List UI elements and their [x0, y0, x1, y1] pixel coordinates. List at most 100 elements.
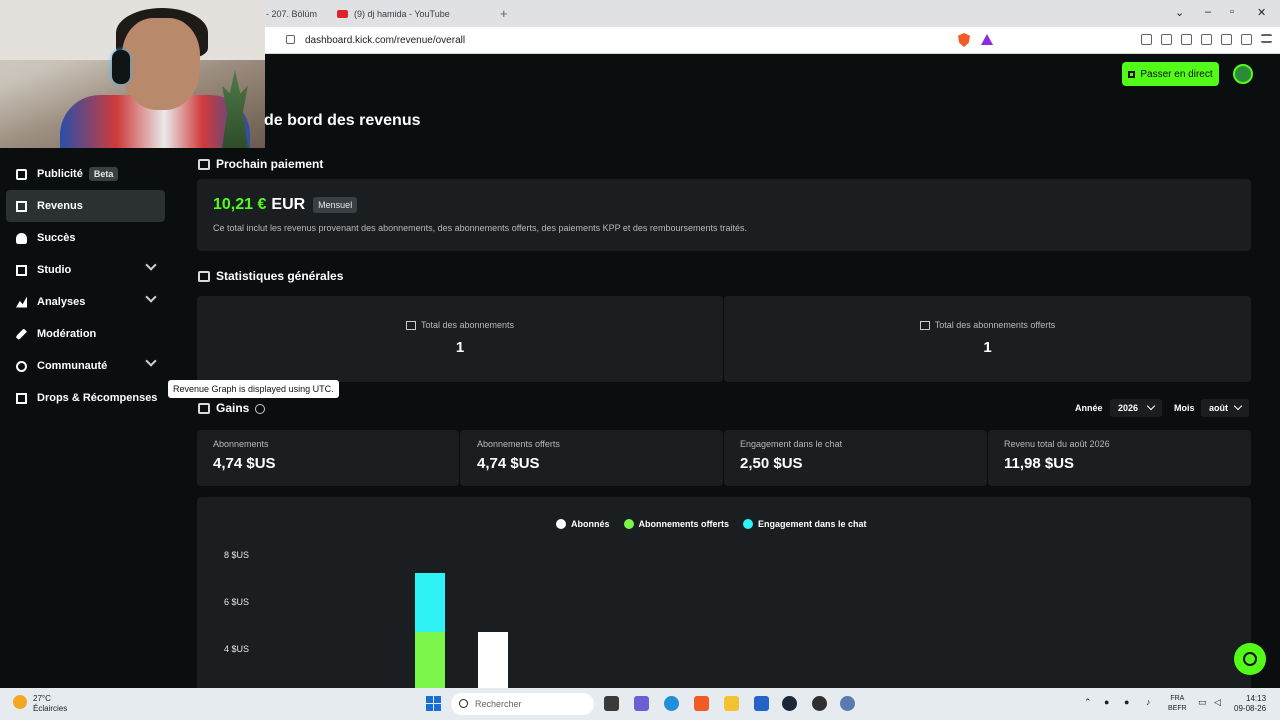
- close-icon[interactable]: ✕: [1257, 6, 1266, 19]
- gift-icon: [16, 392, 27, 404]
- tray-icon[interactable]: ●: [1104, 697, 1109, 707]
- webcam-overlay: [0, 0, 265, 148]
- taskbar-clock[interactable]: 14:13 09-08-26: [1234, 694, 1266, 714]
- sidebar-item-drops[interactable]: Drops & Récompenses: [6, 382, 165, 414]
- chevron-up-icon[interactable]: ⌃: [1084, 697, 1092, 708]
- help-button[interactable]: [1234, 643, 1266, 675]
- chevron-down-icon[interactable]: ⌄: [1175, 6, 1184, 19]
- users-icon: [16, 360, 27, 372]
- chevron-down-icon: [1233, 401, 1243, 411]
- studio-icon: [16, 264, 27, 276]
- sidebar-item-advertising[interactable]: Publicité Beta: [6, 158, 165, 190]
- chart-icon: [405, 320, 416, 330]
- mic-icon[interactable]: ♪: [1146, 697, 1151, 707]
- sidebar-item-moderation[interactable]: Modération: [6, 318, 165, 350]
- windows-start-icon[interactable]: [426, 696, 441, 711]
- utc-tooltip: Revenue Graph is displayed using UTC.: [168, 380, 339, 398]
- ad-icon: [16, 168, 27, 180]
- sidebar-item-revenue[interactable]: Revenus: [6, 190, 165, 222]
- sidebar-item-analytics[interactable]: Analyses: [6, 286, 165, 318]
- sidebar-item-achievements[interactable]: Succès: [6, 222, 165, 254]
- sidebar-item-studio[interactable]: Studio: [6, 254, 165, 286]
- maximize-icon[interactable]: ▫: [1230, 6, 1234, 18]
- brave-icon[interactable]: [694, 696, 709, 711]
- next-payment-header: Prochain paiement: [198, 157, 323, 171]
- wallet-icon[interactable]: [1201, 34, 1212, 45]
- payment-amount: 10,21 € EUR Mensuel: [213, 196, 358, 214]
- weather-widget[interactable]: 27°C Éclaircies: [33, 694, 67, 714]
- go-live-button[interactable]: Passer en direct: [1122, 62, 1219, 86]
- analytics-icon: [16, 296, 27, 308]
- general-stats-header: Statistiques générales: [198, 269, 343, 283]
- page-title: de bord des revenus: [264, 112, 421, 129]
- taskbar-search[interactable]: Rechercher: [451, 693, 594, 715]
- chart-bar[interactable]: [478, 631, 508, 688]
- period-badge: Mensuel: [313, 197, 358, 213]
- network-icon[interactable]: ▭: [1198, 697, 1207, 708]
- chevron-down-icon: [145, 291, 157, 303]
- next-payment-card: [197, 179, 1251, 251]
- browser-tab[interactable]: - 207. Bölüm: [266, 4, 332, 23]
- app-icon[interactable]: [840, 696, 855, 711]
- month-select[interactable]: août: [1201, 399, 1249, 417]
- extensions-icon[interactable]: [1141, 34, 1152, 45]
- steam-icon[interactable]: [782, 696, 797, 711]
- avatar[interactable]: [1233, 64, 1253, 84]
- chart-icon: [919, 320, 930, 330]
- chart-icon: [198, 402, 210, 414]
- legend-dot: [556, 519, 566, 529]
- obs-icon[interactable]: [812, 696, 827, 711]
- youtube-icon: [337, 9, 348, 18]
- broadcast-icon: [1128, 70, 1136, 78]
- beta-badge: Beta: [88, 167, 119, 181]
- earning-subscriptions: Abonnements 4,74 $US: [213, 439, 276, 472]
- edge-icon[interactable]: [664, 696, 679, 711]
- y-tick-label: 8 $US: [224, 550, 250, 560]
- file-explorer-icon[interactable]: [724, 696, 739, 711]
- earning-chat-engagement: Engagement dans le chat 2,50 $US: [740, 439, 843, 472]
- weather-icon[interactable]: [13, 695, 27, 709]
- y-tick-label: 6 $US: [224, 597, 250, 607]
- chevron-down-icon: [1146, 401, 1156, 411]
- legend-item[interactable]: Engagement dans le chat: [743, 519, 867, 529]
- task-view-icon[interactable]: [604, 696, 619, 711]
- month-label: Mois: [1174, 403, 1195, 413]
- music-icon[interactable]: [1161, 34, 1172, 45]
- sidebar-icon[interactable]: [1181, 34, 1192, 45]
- browser-tab-youtube[interactable]: (9) dj hamida - YouTube: [337, 4, 487, 23]
- store-icon[interactable]: [754, 696, 769, 711]
- tab-label: (9) dj hamida - YouTube: [354, 8, 450, 19]
- new-tab-icon[interactable]: +: [500, 6, 508, 21]
- vpn-icon[interactable]: [1241, 34, 1252, 45]
- menu-icon[interactable]: [1261, 34, 1272, 43]
- chevron-down-icon: [145, 259, 157, 271]
- earnings-header: Gains: [198, 401, 249, 415]
- brave-shield-icon[interactable]: [958, 33, 970, 47]
- chart-bar[interactable]: [415, 572, 445, 632]
- y-tick-label: 4 $US: [224, 644, 250, 654]
- trophy-icon: [16, 232, 27, 244]
- minimize-icon[interactable]: –: [1205, 6, 1211, 18]
- legend-item[interactable]: Abonnements offerts: [623, 519, 729, 529]
- legend-dot: [743, 519, 754, 529]
- chart-icon: [16, 200, 27, 212]
- earning-gifted-subscriptions: Abonnements offerts 4,74 $US: [477, 439, 560, 472]
- total-subscriptions-stat: Total des abonnements 1: [197, 320, 723, 356]
- info-icon[interactable]: [255, 404, 265, 414]
- payment-description: Ce total inclut les revenus provenant de…: [213, 223, 747, 233]
- brave-rewards-icon[interactable]: [981, 34, 993, 45]
- chart-bar[interactable]: [415, 631, 445, 688]
- sidebar-item-community[interactable]: Communauté: [6, 350, 165, 382]
- url-field[interactable]: dashboard.kick.com/revenue/overall: [305, 35, 465, 46]
- chevron-down-icon: [145, 355, 157, 367]
- leo-icon[interactable]: [1221, 34, 1232, 45]
- teams-icon[interactable]: [634, 696, 649, 711]
- chart-legend: Abonnés Abonnements offerts Engagement d…: [556, 519, 867, 529]
- legend-item[interactable]: Abonnés: [556, 519, 610, 529]
- volume-icon[interactable]: ◁: [1214, 697, 1221, 708]
- wallet-icon: [198, 158, 210, 170]
- year-select[interactable]: 2026: [1110, 399, 1162, 417]
- site-settings-icon[interactable]: [286, 35, 295, 44]
- steam-tray-icon[interactable]: ●: [1124, 697, 1129, 707]
- language-indicator[interactable]: FRA BEFR: [1168, 694, 1187, 714]
